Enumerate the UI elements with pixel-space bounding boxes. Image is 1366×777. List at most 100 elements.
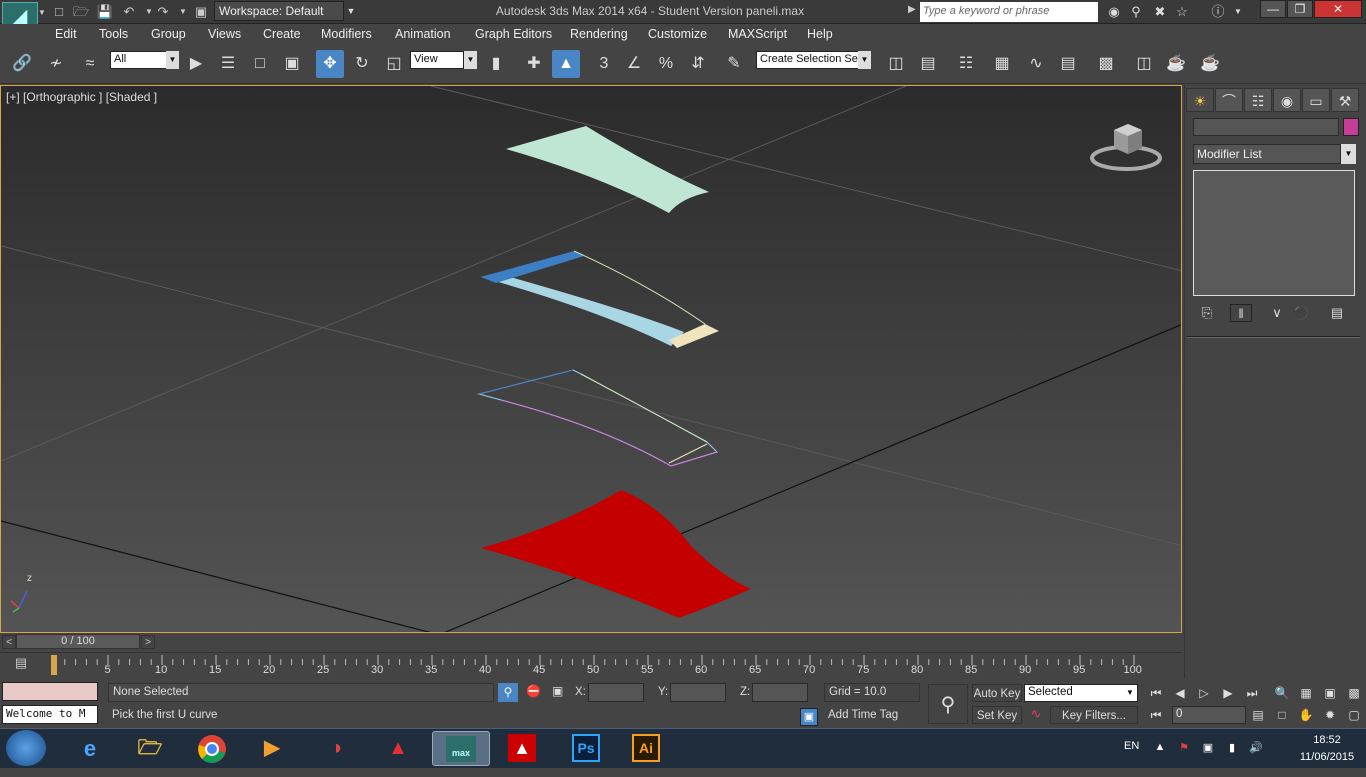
remove-modifier-icon[interactable]: ⚫ — [1290, 304, 1312, 322]
favorites-star-icon[interactable]: ☆ — [1172, 3, 1192, 21]
add-time-tag-button[interactable]: Add Time Tag — [824, 707, 924, 726]
manipulate-icon[interactable]: ✚ — [520, 50, 548, 78]
new-file-icon[interactable]: □ — [50, 3, 68, 20]
previous-frame-icon[interactable]: ◀ — [1170, 684, 1190, 702]
menu-tools[interactable]: Tools — [99, 27, 128, 41]
pan-view-icon[interactable]: ✋ — [1296, 706, 1316, 724]
unlink-selection-icon[interactable]: ≁ — [42, 50, 70, 78]
select-and-rotate-icon[interactable]: ↻ — [348, 50, 376, 78]
photoshop-icon[interactable]: Ps — [560, 731, 612, 766]
key-filters-button[interactable]: Key Filters... — [1050, 706, 1138, 724]
curve-editor-icon[interactable]: ∿ — [1022, 50, 1050, 78]
configure-modifier-sets-icon[interactable]: ▤ — [1326, 304, 1348, 322]
window-crossing-icon[interactable]: ▣ — [278, 50, 306, 78]
clock-time[interactable]: 18:52 — [1298, 734, 1356, 746]
internet-explorer-icon[interactable]: e — [64, 731, 116, 766]
device-icon[interactable]: ▣ — [1200, 741, 1216, 754]
open-mini-curve-editor-icon[interactable]: ▤ — [10, 655, 32, 673]
selection-filter-dropdown[interactable]: All — [110, 51, 168, 69]
time-slider-thumb[interactable]: 0 / 100 — [16, 634, 140, 649]
select-and-scale-icon[interactable]: ◱ — [380, 50, 408, 78]
motion-tab-icon[interactable]: ◉ — [1273, 88, 1301, 112]
redo-dropdown-icon[interactable]: ▼ — [174, 3, 192, 20]
layer-manager-icon[interactable]: ☷ — [952, 50, 980, 78]
rendered-frame-window-icon[interactable]: ☕ — [1162, 50, 1190, 78]
keyboard-shortcut-override-icon[interactable]: ▲ — [552, 50, 580, 78]
3dsmax-taskbar-button[interactable]: max — [432, 731, 490, 766]
selection-filter-arrow-icon[interactable]: ▼ — [166, 51, 179, 69]
menu-group[interactable]: Group — [151, 27, 186, 41]
absolute-relative-transform-icon[interactable]: ▣ — [552, 684, 570, 698]
menu-animation[interactable]: Animation — [395, 27, 451, 41]
help-dropdown-icon[interactable]: ▼ — [1228, 3, 1248, 21]
object-name-field[interactable] — [1193, 118, 1339, 136]
utilities-tab-icon[interactable]: ⚒ — [1331, 88, 1359, 112]
search-input[interactable]: Type a keyword or phrase — [920, 2, 1098, 22]
select-and-move-icon[interactable]: ✥ — [316, 50, 344, 78]
start-button[interactable] — [6, 730, 46, 766]
create-tab-icon[interactable]: ☀ — [1186, 88, 1214, 112]
render-setup-icon[interactable]: ◫ — [1130, 50, 1158, 78]
select-by-name-icon[interactable]: ☰ — [214, 50, 242, 78]
menu-maxscript[interactable]: MAXScript — [728, 27, 787, 41]
file-explorer-icon[interactable]: 🗁 — [124, 731, 176, 766]
maximize-button[interactable]: ❐ — [1287, 0, 1313, 18]
default-tangent-icon[interactable]: ∿ — [1026, 706, 1046, 724]
help-icon[interactable]: ⓘ — [1208, 3, 1228, 21]
named-selection-set-arrow-icon[interactable]: ▼ — [858, 51, 871, 69]
schematic-view-icon[interactable]: ▤ — [1054, 50, 1082, 78]
object-color-swatch[interactable] — [1343, 118, 1359, 136]
zoom-extents-icon[interactable]: ▣ — [1320, 684, 1340, 702]
time-configuration-icon[interactable]: ▤ — [1248, 706, 1268, 724]
make-unique-icon[interactable]: ∨ — [1266, 304, 1288, 322]
sketchup-icon[interactable]: ▲ — [372, 731, 424, 766]
volume-icon[interactable]: 🔊 — [1248, 741, 1264, 754]
search-expand-icon[interactable]: ▶ — [908, 4, 916, 15]
next-frame-icon[interactable]: ▶ — [1218, 684, 1238, 702]
menu-rendering[interactable]: Rendering — [570, 27, 628, 41]
workspace-dropdown[interactable]: Workspace: Default — [214, 1, 344, 21]
align-icon[interactable]: ▤ — [914, 50, 942, 78]
key-mode-toggle-icon[interactable]: ⏮ — [1146, 706, 1166, 724]
snaps-toggle-icon[interactable]: 3 — [590, 50, 618, 78]
percent-snap-icon[interactable]: % — [652, 50, 680, 78]
modifier-list-dropdown[interactable]: Modifier List — [1193, 144, 1341, 164]
select-and-link-icon[interactable]: 🔗 — [8, 50, 36, 78]
orbit-icon[interactable]: ✹ — [1320, 706, 1340, 724]
viewport-label[interactable]: [+] [Orthographic ] [Shaded ] — [6, 90, 157, 104]
binoculars-icon[interactable]: ◉ — [1104, 3, 1124, 21]
material-editor-icon[interactable]: ▩ — [1092, 50, 1120, 78]
graphite-ribbon-icon[interactable]: ▦ — [988, 50, 1016, 78]
zoom-icon[interactable]: 🔍 — [1272, 684, 1292, 702]
isolate-selection-icon[interactable]: ⚲ — [498, 683, 518, 702]
y-coordinate-field[interactable] — [670, 683, 726, 702]
viewport-orthographic[interactable]: z — [0, 85, 1182, 633]
maxscript-mini-listener-output[interactable] — [2, 682, 98, 701]
app-menu-arrow-icon[interactable]: ▼ — [38, 8, 46, 17]
play-icon[interactable]: ▷ — [1194, 684, 1214, 702]
display-tab-icon[interactable]: ▭ — [1302, 88, 1330, 112]
pivot-point-center-icon[interactable]: ▮ — [482, 50, 510, 78]
reference-coordinate-dropdown[interactable]: View — [410, 51, 464, 69]
viewport-canvas[interactable]: z — [1, 86, 1182, 633]
auto-key-button[interactable]: Auto Key — [972, 684, 1022, 702]
key-mode-arrow-icon[interactable]: ▼ — [1126, 688, 1134, 697]
menu-customize[interactable]: Customize — [648, 27, 707, 41]
rectangular-selection-icon[interactable]: □ — [246, 50, 274, 78]
maximize-viewport-icon[interactable]: ▢ — [1344, 706, 1364, 724]
menu-edit[interactable]: Edit — [55, 27, 77, 41]
menu-modifiers[interactable]: Modifiers — [321, 27, 372, 41]
x-coordinate-field[interactable] — [588, 683, 644, 702]
network-signal-icon[interactable]: ▮ — [1224, 741, 1240, 754]
redo-icon[interactable]: ↷ — [154, 3, 172, 20]
close-button[interactable]: ✕ — [1314, 0, 1362, 18]
menu-graph-editors[interactable]: Graph Editors — [475, 27, 552, 41]
mirror-icon[interactable]: ◫ — [882, 50, 910, 78]
zoom-region-icon[interactable]: □ — [1272, 706, 1292, 724]
project-folder-icon[interactable]: ▣ — [192, 3, 210, 20]
show-end-result-icon[interactable]: ‖ — [1230, 304, 1252, 322]
minimize-button[interactable]: — — [1260, 0, 1286, 18]
modify-tab-icon[interactable]: ⌒ — [1215, 88, 1243, 112]
menu-help[interactable]: Help — [807, 27, 833, 41]
adaptive-degradation-icon[interactable]: ▣ — [800, 708, 818, 726]
